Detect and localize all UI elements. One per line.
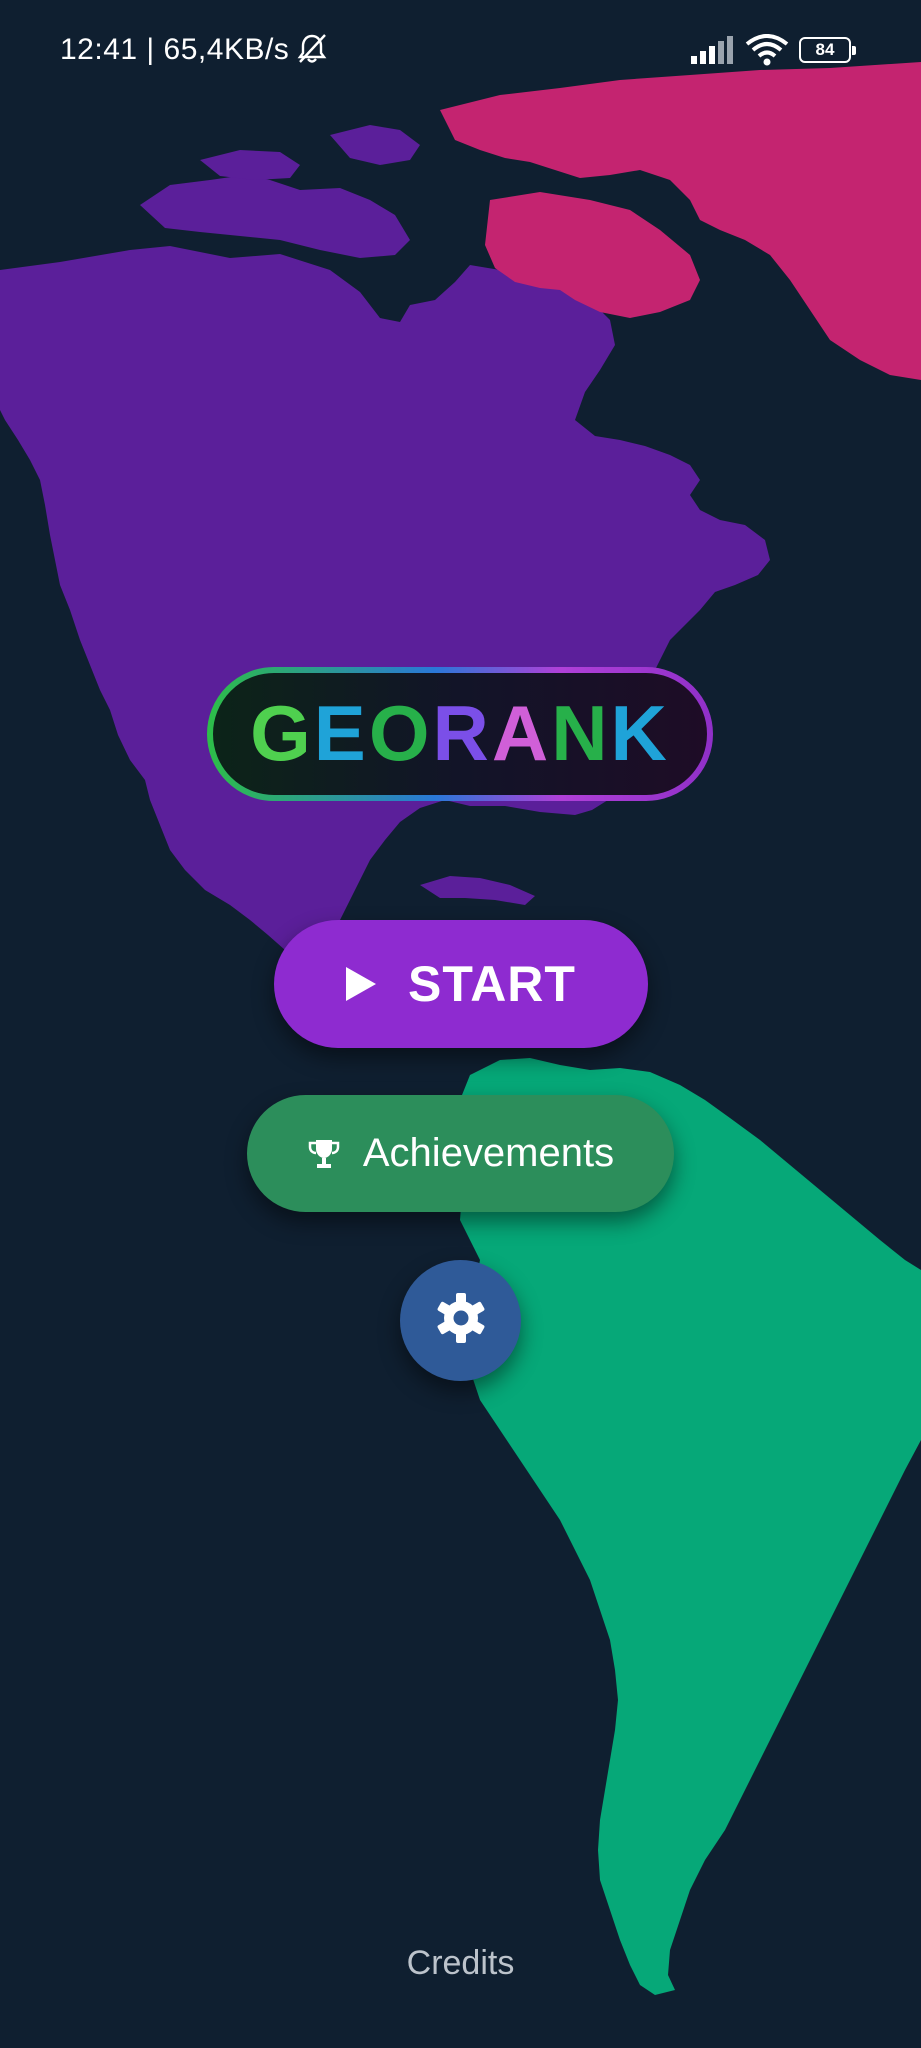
clock-text: 12:41 (60, 33, 138, 66)
battery-icon: 84 (799, 37, 856, 63)
achievements-button[interactable]: Achievements (247, 1095, 674, 1212)
start-button[interactable]: START (274, 920, 648, 1048)
arctic-islands-shape-3 (330, 125, 420, 165)
battery-level: 84 (815, 40, 835, 59)
wifi-icon (745, 34, 789, 66)
gear-icon (433, 1290, 489, 1351)
settings-button[interactable] (400, 1260, 521, 1381)
status-time: 12:41 | 65,4KB/s (60, 33, 289, 67)
georank-logo: GEORANK (206, 666, 714, 802)
achievements-label: Achievements (362, 1131, 615, 1175)
north-america-shape (0, 246, 770, 955)
credits-link[interactable]: Credits (0, 1944, 921, 1983)
caribbean-shape (420, 876, 535, 905)
arctic-islands-shape-2 (200, 150, 300, 180)
play-icon (346, 967, 377, 1001)
status-bar: 12:41 | 65,4KB/s 84 (0, 0, 921, 100)
trophy-icon (307, 1137, 341, 1171)
start-label: START (408, 956, 576, 1012)
arctic-islands-shape (140, 175, 410, 258)
network-speed-text: | 65,4KB/s (146, 33, 290, 66)
signal-icon (691, 36, 733, 64)
bell-off-icon (297, 33, 327, 70)
logo-text: GEORANK (250, 689, 670, 777)
